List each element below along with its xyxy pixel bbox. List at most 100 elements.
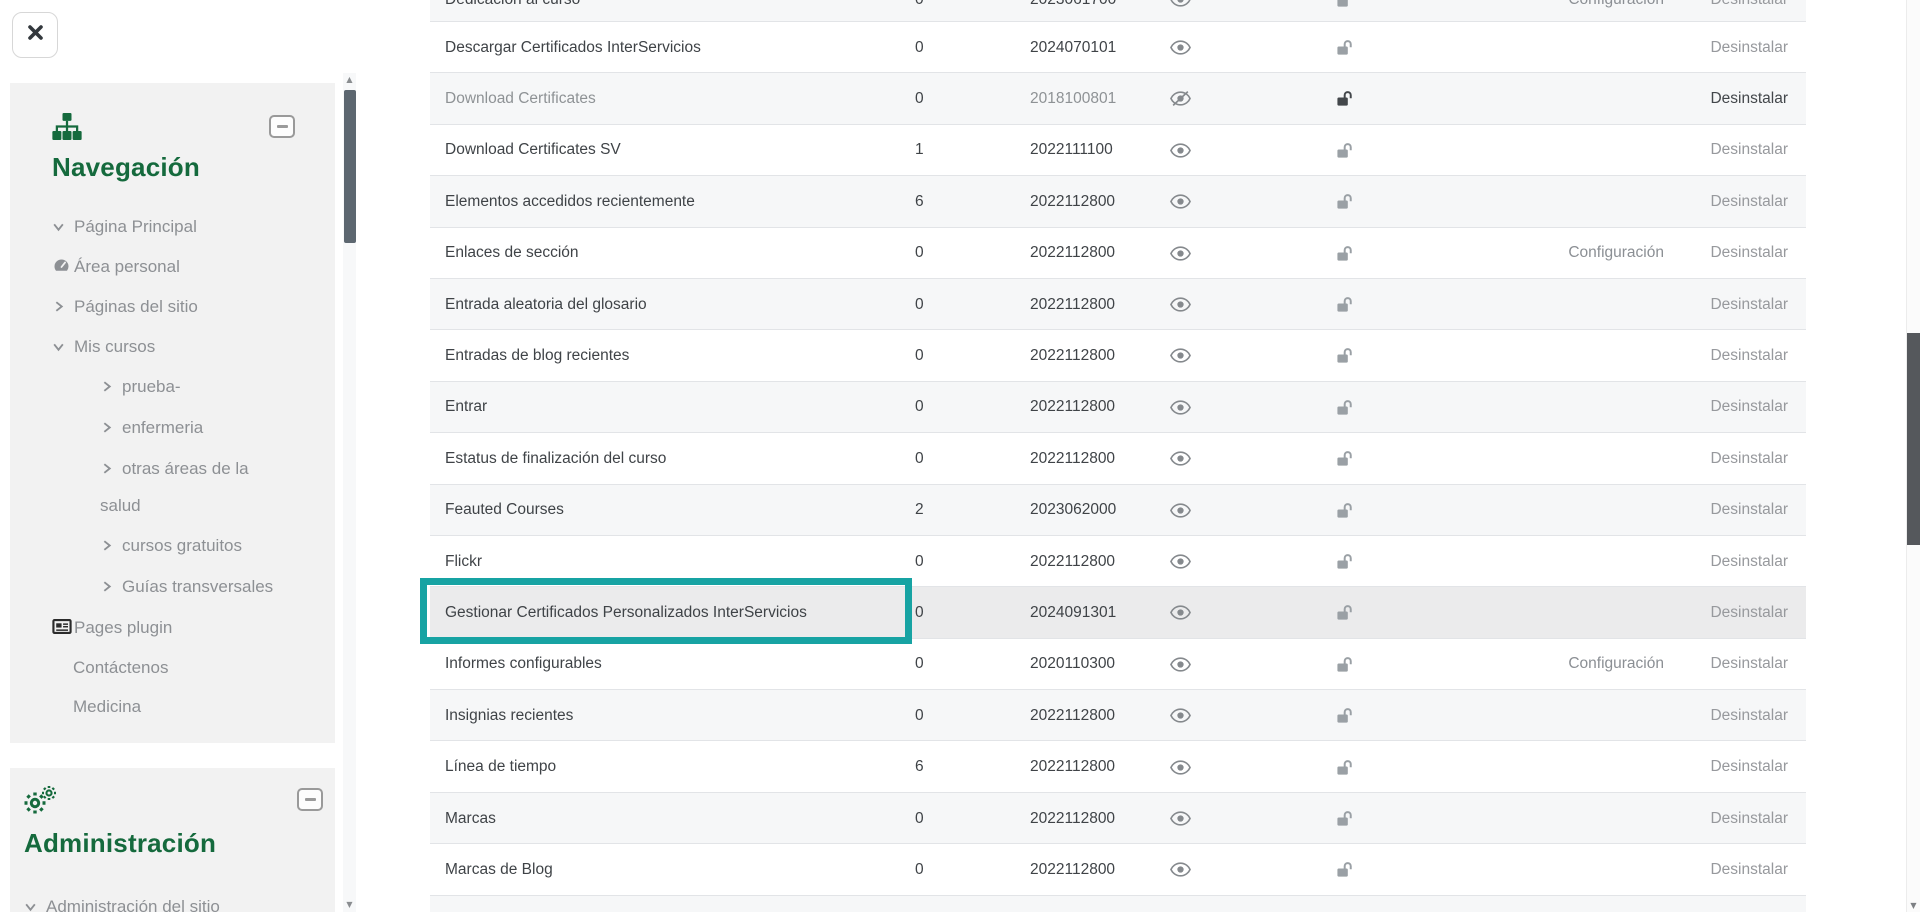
sidebar-item-cont-ctenos[interactable]: Contáctenos xyxy=(52,648,319,687)
close-drawer-button[interactable] xyxy=(12,12,58,58)
eye-icon[interactable] xyxy=(1163,0,1197,9)
uninstall-link[interactable]: Desinstalar xyxy=(1710,861,1788,879)
chevron-right-icon[interactable] xyxy=(52,288,74,327)
scroll-down-icon[interactable]: ▼ xyxy=(343,900,356,910)
sidebar-item-prueba-[interactable]: prueba- xyxy=(100,367,282,408)
drawer-scrollbar-thumb[interactable] xyxy=(344,90,356,243)
uninstall-link[interactable]: Desinstalar xyxy=(1710,553,1788,571)
settings-link[interactable]: Configuración xyxy=(1568,0,1664,9)
lock-open-icon[interactable] xyxy=(1329,604,1359,622)
eye-icon[interactable] xyxy=(1163,296,1197,314)
sidebar-item-label[interactable]: Área personal xyxy=(74,257,180,276)
chevron-down-icon[interactable] xyxy=(52,328,74,367)
sidebar-item-label[interactable]: enfermeria xyxy=(122,418,203,437)
lock-open-icon[interactable] xyxy=(1329,707,1359,725)
chevron-right-icon[interactable] xyxy=(100,452,122,488)
sidebar-item-mis-cursos[interactable]: Mis cursos xyxy=(52,327,319,367)
settings-link[interactable]: Configuración xyxy=(1568,244,1664,262)
uninstall-link[interactable]: Desinstalar xyxy=(1710,707,1788,725)
uninstall-link[interactable]: Desinstalar xyxy=(1710,141,1788,159)
uninstall-link[interactable]: Desinstalar xyxy=(1710,347,1788,365)
sidebar-item-p-ginas-del-sitio[interactable]: Páginas del sitio xyxy=(52,287,319,327)
uninstall-link[interactable]: Desinstalar xyxy=(1710,604,1788,622)
eye-icon[interactable] xyxy=(1163,501,1197,519)
eye-icon[interactable] xyxy=(1163,861,1197,879)
chevron-down-icon[interactable] xyxy=(52,208,74,247)
sidebar-item-label[interactable]: otras áreas de la salud xyxy=(100,459,249,515)
sidebar-item-label[interactable]: Guías transversales xyxy=(122,577,273,596)
eye-icon[interactable] xyxy=(1163,655,1197,673)
sidebar-item-gu-as-transversales[interactable]: Guías transversales xyxy=(100,567,282,608)
sidebar-item-otras-reas-de-la-salud[interactable]: otras áreas de la salud xyxy=(100,449,282,526)
sidebar-item-medicina[interactable]: Medicina xyxy=(52,687,319,726)
pages-icon[interactable] xyxy=(52,609,74,648)
uninstall-link[interactable]: Desinstalar xyxy=(1710,450,1788,468)
eye-icon[interactable] xyxy=(1163,450,1197,468)
lock-open-icon[interactable] xyxy=(1329,810,1359,828)
eye-icon[interactable] xyxy=(1163,141,1197,159)
lock-open-icon[interactable] xyxy=(1329,244,1359,262)
drawer-scrollbar[interactable]: ▲ ▼ xyxy=(343,73,356,912)
eye-icon[interactable] xyxy=(1163,193,1197,211)
sidebar-item-label[interactable]: Página Principal xyxy=(74,217,197,236)
lock-open-icon[interactable] xyxy=(1329,347,1359,365)
sidebar-item-label[interactable]: prueba- xyxy=(122,377,181,396)
lock-open-icon[interactable] xyxy=(1329,39,1359,57)
minimize-administration-icon[interactable] xyxy=(297,788,323,811)
lock-open-icon[interactable] xyxy=(1329,450,1359,468)
lock-open-icon[interactable] xyxy=(1329,861,1359,879)
eye-slash-icon[interactable] xyxy=(1163,90,1197,108)
eye-icon[interactable] xyxy=(1163,244,1197,262)
eye-icon[interactable] xyxy=(1163,39,1197,57)
minimize-navigation-icon[interactable] xyxy=(269,115,295,138)
eye-icon[interactable] xyxy=(1163,758,1197,776)
uninstall-link[interactable]: Desinstalar xyxy=(1710,39,1788,57)
uninstall-link[interactable]: Desinstalar xyxy=(1710,244,1788,262)
uninstall-link[interactable]: Desinstalar xyxy=(1710,296,1788,314)
lock-open-icon[interactable] xyxy=(1329,501,1359,519)
uninstall-link[interactable]: Desinstalar xyxy=(1710,0,1788,9)
lock-open-icon[interactable] xyxy=(1329,141,1359,159)
sidebar-item-label[interactable]: Contáctenos xyxy=(73,658,168,677)
sidebar-item-label[interactable]: Mis cursos xyxy=(74,337,155,356)
settings-link[interactable]: Configuración xyxy=(1568,655,1664,673)
lock-open-icon[interactable] xyxy=(1329,0,1359,9)
lock-open-icon[interactable] xyxy=(1329,553,1359,571)
sidebar-item-pages-plugin[interactable]: Pages plugin xyxy=(52,608,319,648)
uninstall-link[interactable]: Desinstalar xyxy=(1710,398,1788,416)
page-scrollbar-thumb[interactable] xyxy=(1907,333,1920,545)
eye-icon[interactable] xyxy=(1163,604,1197,622)
lock-open-icon[interactable] xyxy=(1329,655,1359,673)
sidebar-item-label[interactable]: Páginas del sitio xyxy=(74,297,198,316)
scroll-down-icon[interactable]: ▼ xyxy=(1907,901,1920,910)
eye-icon[interactable] xyxy=(1163,398,1197,416)
scroll-up-icon[interactable]: ▲ xyxy=(343,75,356,85)
chevron-right-icon[interactable] xyxy=(100,529,122,565)
lock-open-icon[interactable] xyxy=(1329,193,1359,211)
sidebar-item-label[interactable]: Pages plugin xyxy=(74,618,172,637)
eye-icon[interactable] xyxy=(1163,347,1197,365)
lock-open-icon[interactable] xyxy=(1329,398,1359,416)
lock-open-icon[interactable] xyxy=(1329,758,1359,776)
chevron-down-icon[interactable] xyxy=(24,888,46,912)
eye-icon[interactable] xyxy=(1163,707,1197,725)
eye-icon[interactable] xyxy=(1163,553,1197,571)
dashboard-icon[interactable] xyxy=(52,248,74,287)
sidebar-item--rea-personal[interactable]: Área personal xyxy=(52,247,319,287)
uninstall-link[interactable]: Desinstalar xyxy=(1710,193,1788,211)
uninstall-link[interactable]: Desinstalar xyxy=(1710,758,1788,776)
lock-open-icon[interactable] xyxy=(1329,90,1359,108)
sidebar-item-label[interactable]: cursos gratuitos xyxy=(122,536,242,555)
page-scrollbar[interactable]: ▼ xyxy=(1906,0,1920,912)
chevron-right-icon[interactable] xyxy=(100,570,122,606)
uninstall-link[interactable]: Desinstalar xyxy=(1710,90,1788,108)
sidebar-item-cursos-gratuitos[interactable]: cursos gratuitos xyxy=(100,526,282,567)
eye-icon[interactable] xyxy=(1163,810,1197,828)
sidebar-item-p-gina-principal[interactable]: Página Principal xyxy=(52,207,319,247)
chevron-right-icon[interactable] xyxy=(100,370,122,406)
lock-open-icon[interactable] xyxy=(1329,296,1359,314)
sidebar-item-label[interactable]: Medicina xyxy=(73,697,141,716)
sidebar-item-label[interactable]: Administración del sitio xyxy=(46,897,220,912)
sidebar-item-administraci-n-del-sitio[interactable]: Administración del sitio xyxy=(24,887,323,912)
uninstall-link[interactable]: Desinstalar xyxy=(1710,655,1788,673)
